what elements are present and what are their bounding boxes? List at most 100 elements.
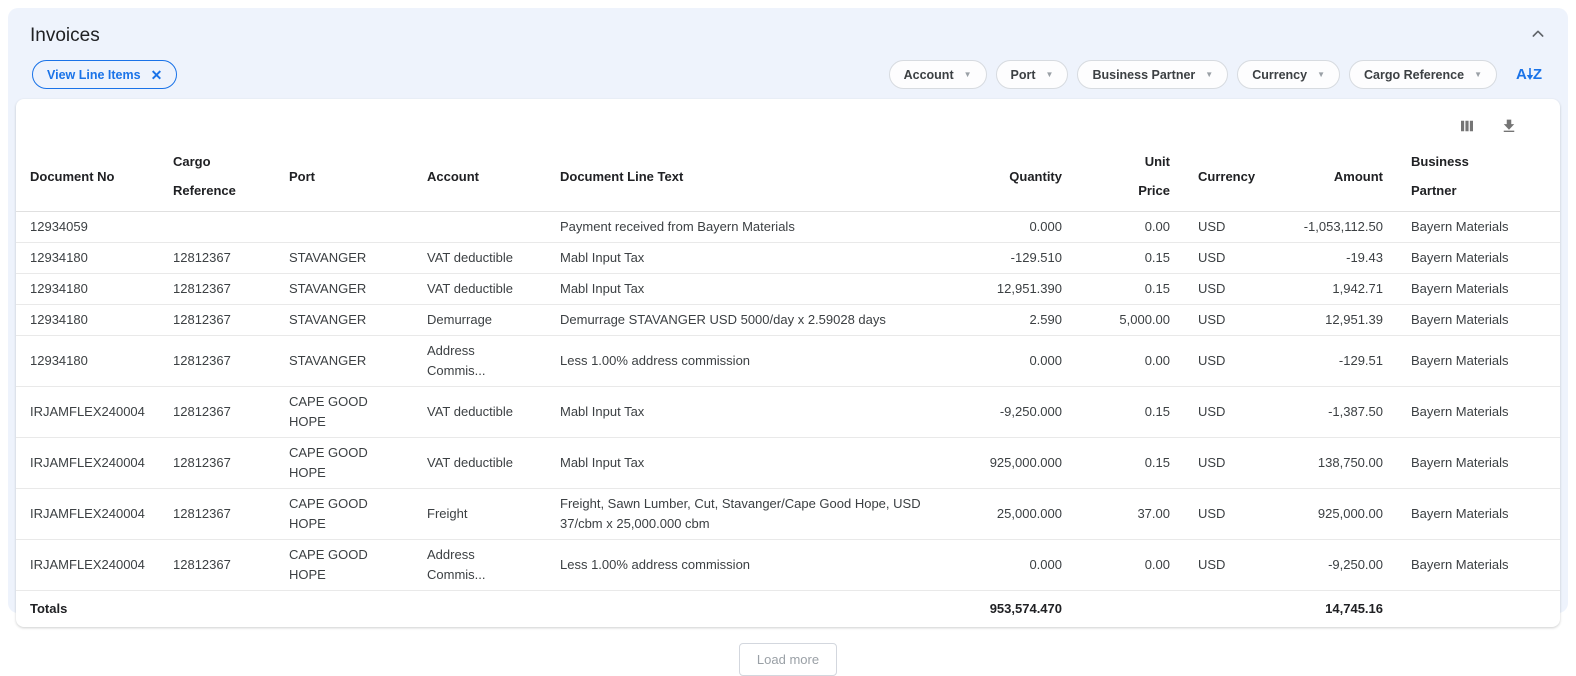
cell: STAVANGER bbox=[275, 243, 413, 274]
totals-quantity: 953,574.470 bbox=[948, 591, 1076, 628]
table-row: 12934059Payment received from Bayern Mat… bbox=[16, 212, 1560, 243]
filter-chip-currency[interactable]: Currency ▼ bbox=[1237, 60, 1340, 89]
col-port: Port bbox=[275, 141, 413, 212]
cell: Bayern Materials bbox=[1397, 243, 1560, 274]
cell: Address Commis... bbox=[413, 540, 546, 591]
close-icon[interactable]: ✕ bbox=[151, 68, 163, 82]
cell: VAT deductible bbox=[413, 243, 546, 274]
cell: CAPE GOOD HOPE bbox=[275, 540, 413, 591]
cell: 12812367 bbox=[159, 336, 275, 387]
chevron-up-icon[interactable] bbox=[1528, 24, 1548, 44]
cell: USD bbox=[1184, 243, 1284, 274]
cell: USD bbox=[1184, 274, 1284, 305]
totals-row: Totals 953,574.470 14,745.16 bbox=[16, 591, 1560, 628]
filter-label: Cargo Reference bbox=[1364, 68, 1464, 82]
table-row: IRJAMFLEX24000412812367CAPE GOOD HOPEAdd… bbox=[16, 540, 1560, 591]
cell bbox=[159, 212, 275, 243]
invoices-panel: Invoices View Line Items ✕ Account ▼ Por… bbox=[8, 8, 1568, 613]
cell: -129.51 bbox=[1284, 336, 1397, 387]
cell: 0.00 bbox=[1076, 212, 1184, 243]
cell: Less 1.00% address commission bbox=[546, 336, 948, 387]
cell: 12934180 bbox=[16, 336, 159, 387]
chevron-down-icon: ▼ bbox=[1317, 70, 1325, 79]
cell: 12934180 bbox=[16, 243, 159, 274]
cell: USD bbox=[1184, 305, 1284, 336]
col-unit-price: Unit Price bbox=[1076, 141, 1184, 212]
cell: -19.43 bbox=[1284, 243, 1397, 274]
cell: IRJAMFLEX240004 bbox=[16, 489, 159, 540]
cell: IRJAMFLEX240004 bbox=[16, 540, 159, 591]
toolbar-filters: Account ▼ Port ▼ Business Partner ▼ Curr… bbox=[889, 60, 1542, 89]
cell: 12812367 bbox=[159, 305, 275, 336]
cell: USD bbox=[1184, 387, 1284, 438]
cell: STAVANGER bbox=[275, 274, 413, 305]
cell: USD bbox=[1184, 212, 1284, 243]
table-row: 1293418012812367STAVANGERVAT deductibleM… bbox=[16, 274, 1560, 305]
cell: Mabl Input Tax bbox=[546, 438, 948, 489]
cell: 925,000.000 bbox=[948, 438, 1076, 489]
cell: Bayern Materials bbox=[1397, 274, 1560, 305]
cell: Demurrage bbox=[413, 305, 546, 336]
cell: 925,000.00 bbox=[1284, 489, 1397, 540]
cell: Bayern Materials bbox=[1397, 540, 1560, 591]
cell bbox=[413, 212, 546, 243]
cell: STAVANGER bbox=[275, 336, 413, 387]
filter-chip-business-partner[interactable]: Business Partner ▼ bbox=[1077, 60, 1228, 89]
col-document-line-text: Document Line Text bbox=[546, 141, 948, 212]
cell: Freight bbox=[413, 489, 546, 540]
col-quantity: Quantity bbox=[948, 141, 1076, 212]
cell: Bayern Materials bbox=[1397, 336, 1560, 387]
cell: Bayern Materials bbox=[1397, 212, 1560, 243]
cell: -1,387.50 bbox=[1284, 387, 1397, 438]
toolbar: View Line Items ✕ Account ▼ Port ▼ Busin… bbox=[8, 48, 1568, 89]
cell: Demurrage STAVANGER USD 5000/day x 2.590… bbox=[546, 305, 948, 336]
invoices-table-card: Document No Cargo Reference Port Account… bbox=[16, 99, 1560, 627]
cell: CAPE GOOD HOPE bbox=[275, 438, 413, 489]
load-more-container: Load more bbox=[8, 627, 1568, 676]
cell: Mabl Input Tax bbox=[546, 387, 948, 438]
filter-chip-account[interactable]: Account ▼ bbox=[889, 60, 987, 89]
cell: Mabl Input Tax bbox=[546, 243, 948, 274]
page-title: Invoices bbox=[30, 24, 100, 48]
cell: 12934180 bbox=[16, 274, 159, 305]
cell: Mabl Input Tax bbox=[546, 274, 948, 305]
filter-chip-cargo-reference[interactable]: Cargo Reference ▼ bbox=[1349, 60, 1497, 89]
totals-amount: 14,745.16 bbox=[1284, 591, 1397, 628]
sort-alphabetical-icon[interactable]: AZ bbox=[1516, 66, 1542, 84]
cell: 0.15 bbox=[1076, 274, 1184, 305]
col-business-partner: Business Partner bbox=[1397, 141, 1560, 212]
chevron-down-icon: ▼ bbox=[1205, 70, 1213, 79]
cell: 12812367 bbox=[159, 489, 275, 540]
cell: 5,000.00 bbox=[1076, 305, 1184, 336]
totals-label: Totals bbox=[16, 591, 159, 628]
cell: Bayern Materials bbox=[1397, 489, 1560, 540]
cell: 0.000 bbox=[948, 336, 1076, 387]
cell: STAVANGER bbox=[275, 305, 413, 336]
cell: CAPE GOOD HOPE bbox=[275, 489, 413, 540]
table-body: 12934059Payment received from Bayern Mat… bbox=[16, 212, 1560, 591]
cell: 2.590 bbox=[948, 305, 1076, 336]
cell: Bayern Materials bbox=[1397, 438, 1560, 489]
view-line-items-chip[interactable]: View Line Items ✕ bbox=[32, 60, 177, 89]
filter-label: Port bbox=[1011, 68, 1036, 82]
table-row: 1293418012812367STAVANGERAddress Commis.… bbox=[16, 336, 1560, 387]
load-more-button[interactable]: Load more bbox=[739, 643, 837, 676]
cell: 12812367 bbox=[159, 540, 275, 591]
cell: 12,951.39 bbox=[1284, 305, 1397, 336]
table-row: 1293418012812367STAVANGERDemurrageDemurr… bbox=[16, 305, 1560, 336]
view-line-items-label: View Line Items bbox=[47, 68, 141, 82]
download-icon[interactable] bbox=[1500, 117, 1518, 135]
table-header: Document No Cargo Reference Port Account… bbox=[16, 141, 1560, 212]
cell: Address Commis... bbox=[413, 336, 546, 387]
cell: 12,951.390 bbox=[948, 274, 1076, 305]
table-row: 1293418012812367STAVANGERVAT deductibleM… bbox=[16, 243, 1560, 274]
cell: Freight, Sawn Lumber, Cut, Stavanger/Cap… bbox=[546, 489, 948, 540]
cell: CAPE GOOD HOPE bbox=[275, 387, 413, 438]
column-settings-icon[interactable] bbox=[1458, 117, 1476, 135]
cell: VAT deductible bbox=[413, 387, 546, 438]
filter-chip-port[interactable]: Port ▼ bbox=[996, 60, 1069, 89]
cell: 12812367 bbox=[159, 387, 275, 438]
cell: 12812367 bbox=[159, 243, 275, 274]
col-amount: Amount bbox=[1284, 141, 1397, 212]
cell: 1,942.71 bbox=[1284, 274, 1397, 305]
